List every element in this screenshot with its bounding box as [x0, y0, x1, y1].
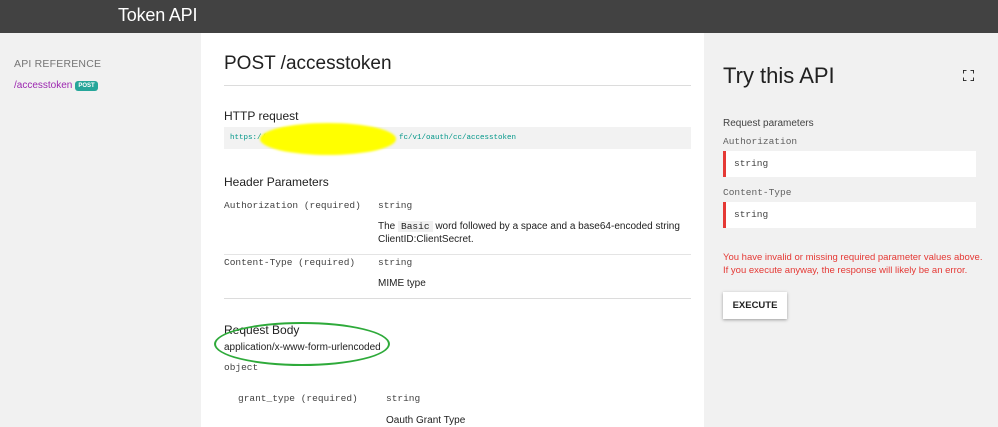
param-desc-text: word followed by a space and a base64-en…: [435, 221, 680, 232]
field-desc-grant-type: Oauth Grant Type: [386, 415, 466, 426]
try-api-panel: Try this API Request parameters Authoriz…: [704, 33, 998, 427]
method-badge: POST: [75, 80, 98, 91]
field-name-grant-type: grant_type (required): [238, 393, 358, 404]
param-desc-content-type: MIME type: [378, 278, 426, 289]
sidebar: API REFERENCE /accesstoken POST: [0, 33, 201, 427]
expand-icon[interactable]: [963, 70, 974, 81]
divider: [224, 298, 691, 299]
content-type-input[interactable]: string: [723, 202, 976, 228]
top-app-bar: Token API: [0, 0, 998, 33]
divider: [224, 85, 691, 86]
main-content: POST /accesstoken HTTP request https:// …: [201, 33, 704, 427]
app-title: Token API: [118, 5, 198, 25]
schema-type: object: [224, 362, 259, 373]
sidebar-heading: API REFERENCE: [14, 58, 102, 70]
validation-error: You have invalid or missing required par…: [723, 252, 983, 276]
request-params-label: Request parameters: [723, 118, 814, 129]
row-divider: [224, 254, 691, 255]
http-request-heading: HTTP request: [224, 109, 299, 123]
code-chip-basic: Basic: [398, 221, 433, 232]
request-url-box: https:// fc/v1/oauth/cc/accesstoken: [224, 123, 691, 155]
field-type-grant-type: string: [386, 393, 421, 404]
sidebar-item-label[interactable]: /accesstoken: [14, 80, 72, 91]
panel-title: Try this API: [723, 63, 835, 88]
param-type-content-type: string: [378, 257, 413, 268]
param-name-authorization: Authorization (required): [224, 200, 361, 211]
execute-button[interactable]: EXECUTE: [723, 292, 787, 319]
page-title: POST /accesstoken: [224, 53, 392, 74]
param-type-authorization: string: [378, 200, 413, 211]
authorization-input[interactable]: string: [723, 151, 976, 177]
field-label-content-type: Content-Type: [723, 187, 792, 198]
sidebar-item-accesstoken[interactable]: /accesstoken POST: [14, 80, 98, 91]
param-desc-authorization: The Basic word followed by a space and a…: [378, 220, 680, 246]
param-name-content-type: Content-Type (required): [224, 257, 356, 268]
request-url-path: fc/v1/oauth/cc/accesstoken: [399, 134, 517, 142]
header-params-heading: Header Parameters: [224, 175, 329, 189]
redaction-highlight: [260, 123, 396, 155]
param-desc-text: ClientID:ClientSecret.: [378, 234, 474, 245]
param-desc-text: The: [378, 221, 396, 232]
field-label-authorization: Authorization: [723, 136, 798, 147]
annotation-ellipse: [214, 322, 390, 366]
